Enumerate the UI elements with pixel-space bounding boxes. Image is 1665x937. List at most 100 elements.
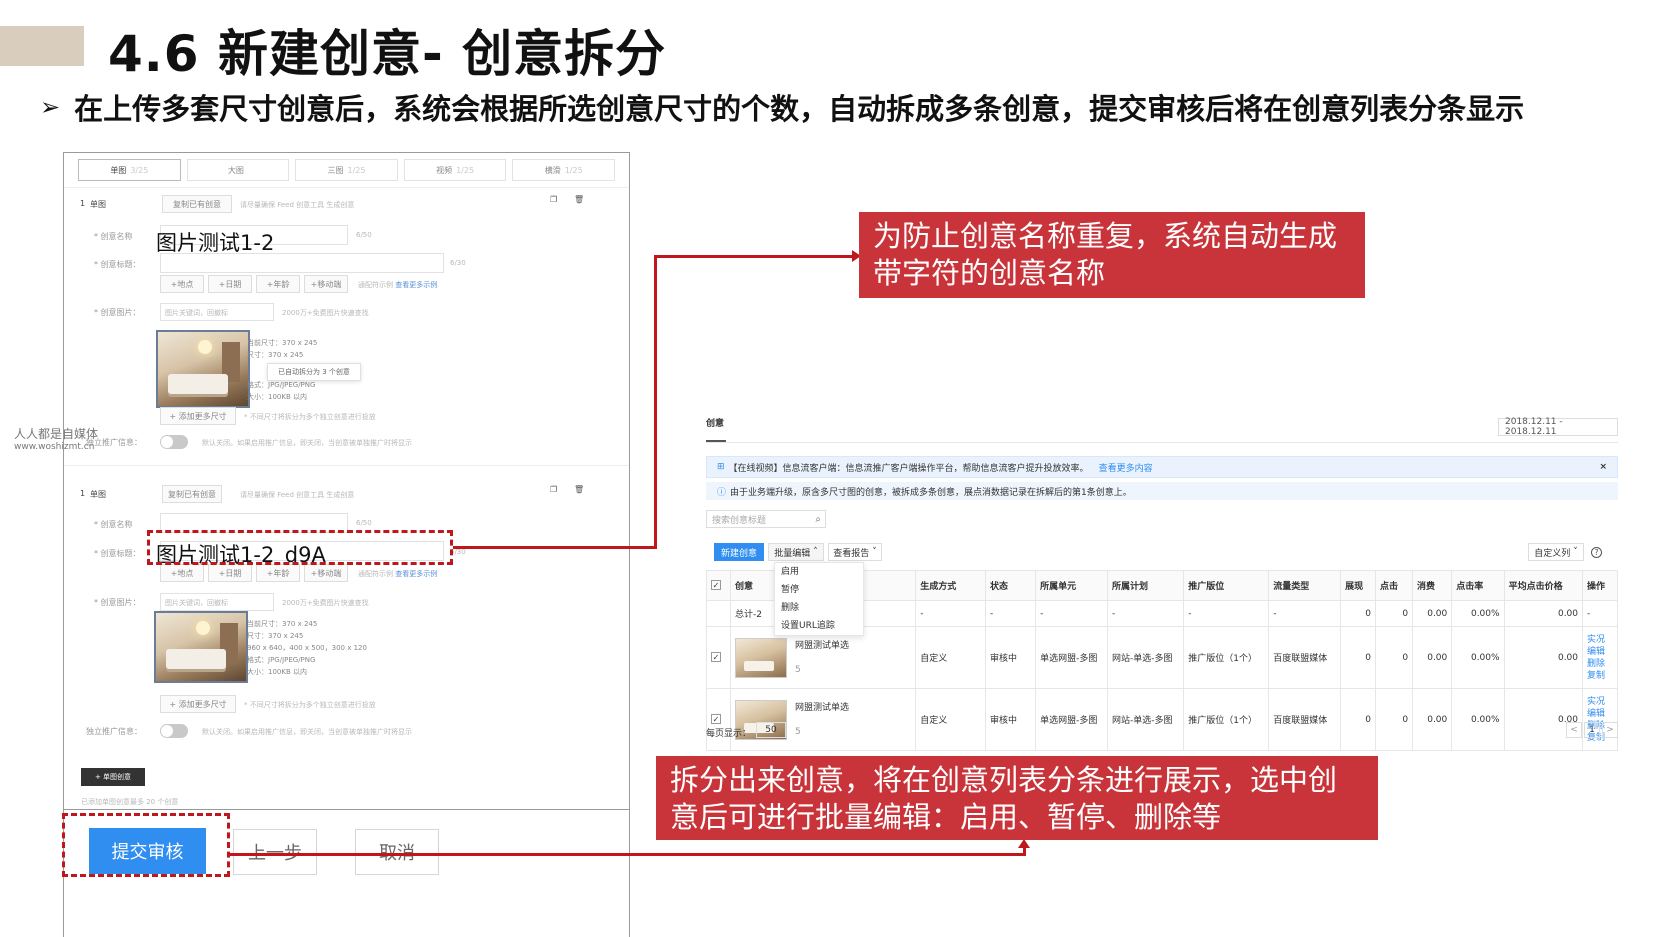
creative-image-1[interactable] (156, 330, 250, 408)
new-creative-button[interactable]: 新建创意 (714, 543, 764, 561)
view-report-button[interactable]: 查看报告 ˅ (828, 543, 882, 561)
title-more-link[interactable]: 查看更多示例 (395, 570, 437, 578)
search-input[interactable]: 搜索创意标题 ⌕ (706, 510, 826, 528)
op-live[interactable]: 实况 (1587, 696, 1617, 708)
insert-age-button[interactable]: +年龄 (256, 275, 300, 293)
name-label: * 创意名称 (94, 520, 133, 529)
copy-icon[interactable]: ❐ (550, 195, 557, 204)
tab-three-image[interactable]: 三图 1/25 (295, 159, 398, 181)
next-page-button[interactable]: > (1602, 722, 1618, 738)
unit-link[interactable]: 单选网盟-多图 (1035, 688, 1108, 751)
empty-cell (706, 600, 731, 627)
page-number[interactable]: 1 (1584, 722, 1600, 738)
unit-link[interactable]: 单选网盟-多图 (1035, 626, 1108, 689)
creative-type-tabs: 单图 3/25 大图 三图 1/25 视频 1/25 横滑 1/25 (64, 153, 629, 188)
delete-icon[interactable]: 🗑 (574, 195, 584, 204)
select-all-checkbox[interactable]: ✓ (711, 580, 721, 590)
insert-age-button[interactable]: +年龄 (256, 564, 300, 582)
insert-date-button[interactable]: +日期 (208, 564, 252, 582)
menu-item-pause[interactable]: 暂停 (775, 581, 863, 599)
title-accent-bar (0, 26, 84, 66)
col-plan[interactable]: 所属计划 (1106, 570, 1185, 601)
creative-name[interactable]: 网盟测试单选 (795, 638, 849, 651)
insert-device-button[interactable]: +移动端 (304, 564, 348, 582)
notice-banner: ⊞ 【在线视频】信息流客户端：信息流推广客户端操作平台，帮助信息流客户提升投放效… (706, 456, 1618, 478)
creative-title-input[interactable] (160, 253, 444, 273)
method-cell: 自定义 (915, 626, 986, 689)
promo-tip: 默认关闭。如果启用推广信息，即关闭，当创意被单独推广时将显示 (202, 728, 412, 736)
creative-thumbnail[interactable] (734, 637, 787, 678)
row-checkbox[interactable]: ✓ (711, 652, 721, 662)
image-search-input[interactable]: 图片关键词，回撤标 (160, 303, 274, 321)
notice-link[interactable]: 查看更多内容 (1099, 461, 1153, 474)
copy-creative-button[interactable]: 复制已有创意 (162, 195, 232, 213)
date-range-picker[interactable]: 2018.12.11 - 2018.12.11 (1498, 417, 1618, 437)
row-select-cell[interactable]: ✓ (706, 688, 731, 751)
bullet-arrow-icon: ➢ (40, 93, 61, 121)
select-all-cell[interactable]: ✓ (706, 570, 731, 601)
impressions-cell: 0 (1340, 688, 1376, 751)
op-live[interactable]: 实况 (1587, 634, 1617, 646)
add-size-button[interactable]: + 添加更多尺寸 (160, 695, 236, 713)
close-icon[interactable]: × (1599, 462, 1607, 472)
col-unit[interactable]: 所属单元 (1035, 570, 1108, 601)
col-cpc[interactable]: 平均点击价格 (1503, 570, 1584, 601)
tab-video[interactable]: 视频 1/25 (403, 159, 507, 181)
list-tab-creative[interactable]: 创意 (706, 416, 724, 429)
search-icon[interactable]: ⌕ (815, 514, 821, 525)
op-edit[interactable]: 编辑 (1587, 646, 1617, 658)
add-size-button[interactable]: + 添加更多尺寸 (160, 407, 236, 425)
col-traffic[interactable]: 流量类型 (1268, 570, 1342, 601)
menu-item-delete[interactable]: 删除 (775, 599, 863, 617)
creative-sub: 5 (794, 726, 801, 737)
menu-item-enable[interactable]: 启用 (775, 563, 863, 581)
chevron-up-icon: ˄ (813, 547, 818, 557)
tab-large-image[interactable]: 大图 (186, 159, 290, 181)
footer-divider (64, 809, 629, 810)
col-slot[interactable]: 推广版位 (1183, 570, 1270, 601)
custom-columns-button[interactable]: 自定义列 ˅ (1528, 543, 1584, 561)
view-report-label: 查看报告 (833, 548, 870, 559)
tab-single-image[interactable]: 单图 3/25 (78, 159, 181, 181)
total-cell: 0 (1374, 600, 1414, 627)
col-clicks[interactable]: 点击 (1374, 570, 1414, 601)
previous-step-button[interactable]: 上一步 (233, 829, 317, 875)
batch-edit-button[interactable]: 批量编辑 ˄ (768, 543, 824, 561)
col-cost[interactable]: 消费 (1412, 570, 1453, 601)
row-select-cell[interactable]: ✓ (706, 626, 731, 689)
help-icon[interactable]: ? (1591, 547, 1602, 558)
table-row[interactable]: ✓ 网盟测试单选 5 自定义 审核中 单选网盟-多图 网站-单选-多图 推广版位（… (706, 688, 1618, 751)
col-status[interactable]: 状态 (984, 570, 1037, 601)
plan-link[interactable]: 网站-单选-多图 (1106, 688, 1185, 751)
copy-icon[interactable]: ❐ (550, 485, 557, 494)
row-checkbox[interactable]: ✓ (711, 714, 721, 724)
image-search-input[interactable]: 图片关键词，回撤标 (160, 593, 274, 611)
promo-toggle[interactable] (160, 435, 188, 449)
copy-creative-button[interactable]: 复制已有创意 (162, 485, 222, 503)
delete-icon[interactable]: 🗑 (574, 485, 584, 494)
col-ctr[interactable]: 点击率 (1451, 570, 1505, 601)
info-banner: ⓘ 由于业务端升级，原含多尺寸图的创意，被拆成多条创意，展点消数据记录在拆解后的… (706, 482, 1618, 500)
promo-toggle[interactable] (160, 724, 188, 738)
title-more-link[interactable]: 查看更多示例 (395, 281, 437, 289)
op-edit[interactable]: 编辑 (1587, 708, 1617, 720)
insert-location-button[interactable]: +地点 (160, 564, 204, 582)
per-page-select[interactable]: 50 (756, 722, 786, 738)
footer-tip: 已添加单图创意最多 20 个创意 (81, 798, 179, 806)
insert-date-button[interactable]: +日期 (208, 275, 252, 293)
creative-image-2[interactable] (154, 611, 248, 683)
total-cell: - (1582, 600, 1618, 627)
insert-device-button[interactable]: +移动端 (304, 275, 348, 293)
creative-name[interactable]: 网盟测试单选 (795, 700, 849, 713)
prev-page-button[interactable]: < (1566, 722, 1582, 738)
insert-location-button[interactable]: +地点 (160, 275, 204, 293)
cancel-button[interactable]: 取消 (355, 829, 439, 875)
plan-link[interactable]: 网站-单选-多图 (1106, 626, 1185, 689)
col-impressions[interactable]: 展现 (1340, 570, 1376, 601)
op-copy[interactable]: 复制 (1587, 670, 1617, 682)
col-method[interactable]: 生成方式 (915, 570, 986, 601)
add-single-image-button[interactable]: + 单图创意 (81, 768, 145, 786)
tab-carousel[interactable]: 横滑 1/25 (512, 159, 615, 181)
menu-item-url-tracking[interactable]: 设置URL追踪 (775, 617, 863, 635)
op-delete[interactable]: 删除 (1587, 658, 1617, 670)
